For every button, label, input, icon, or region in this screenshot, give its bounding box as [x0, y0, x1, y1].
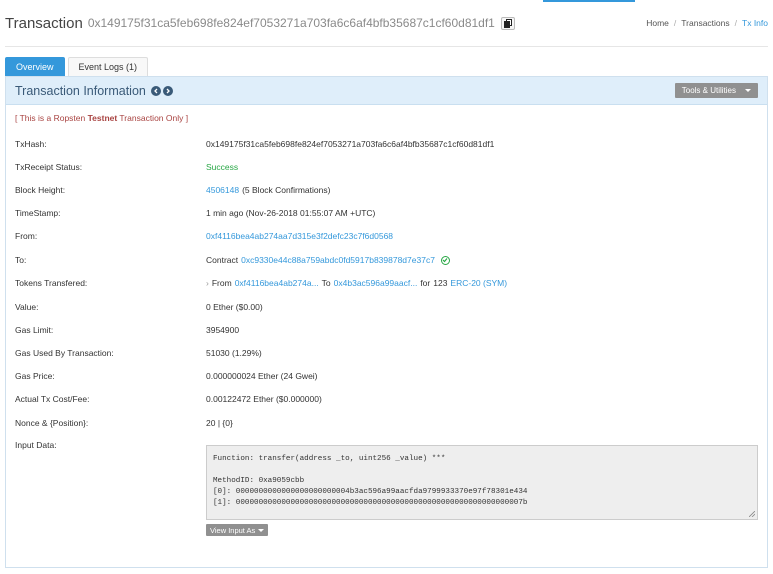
label-block-height: Block Height: — [15, 185, 66, 195]
copy-hash-button[interactable] — [500, 16, 515, 30]
testnet-notice: [ This is a Ropsten Testnet Transaction … — [15, 113, 189, 123]
copy-icon — [503, 18, 512, 28]
top-accent-bar — [543, 0, 635, 2]
row-timestamp: TimeStamp: 1 min ago (Nov-26-2018 01:55:… — [15, 206, 758, 220]
caret-down-icon — [258, 528, 265, 532]
label-input-data: Input Data: — [15, 440, 57, 450]
label-nonce: Nonce & {Position}: — [15, 418, 89, 428]
resize-handle-icon[interactable] — [749, 511, 755, 517]
token-from-link[interactable]: 0xf4116bea4ab274a... — [235, 278, 319, 288]
to-contract-prefix: Contract — [206, 255, 239, 265]
value-to: Contract 0xc9330e44c88a759abdc0fd5917b83… — [206, 255, 450, 265]
value-gas-price: 0.000000024 Ether (24 Gwei) — [206, 371, 318, 381]
value-gas-used: 51030 (1.29%) — [206, 348, 262, 358]
label-value: Value: — [15, 302, 39, 312]
view-input-as-label: View Input As — [210, 525, 256, 535]
chevron-left-icon — [153, 88, 158, 93]
row-from: From: 0xf4116bea4ab274aa7d315e3f2defc23c… — [15, 229, 758, 243]
token-to-link[interactable]: 0x4b3ac596a99aacf... — [334, 278, 418, 288]
breadcrumb-tx-info[interactable]: Tx Info — [742, 18, 768, 28]
label-timestamp: TimeStamp: — [15, 208, 61, 218]
label-gas-used: Gas Used By Transaction: — [15, 348, 114, 358]
value-block-height: 4506148 (5 Block Confirmations) — [206, 185, 330, 195]
token-amount: 123 — [433, 278, 448, 288]
label-tx-fee: Actual Tx Cost/Fee: — [15, 394, 90, 404]
block-number-link[interactable]: 4506148 — [206, 185, 239, 195]
label-to: To: — [15, 255, 27, 265]
input-method-id: MethodID: 0xa9059cbb — [213, 477, 305, 485]
value-nonce: 20 | {0} — [206, 418, 233, 428]
prev-tx-button[interactable] — [150, 85, 161, 96]
input-param-1: [1]: 00000000000000000000000000000000000… — [213, 499, 528, 507]
testnet-bold: Testnet — [87, 113, 118, 123]
token-name-link[interactable]: ERC-20 (SYM) — [450, 278, 507, 288]
row-gas-price: Gas Price: 0.000000024 Ether (24 Gwei) — [15, 369, 758, 383]
to-contract-link[interactable]: 0xc9330e44c88a759abdc0fd5917b839878d7e37… — [241, 255, 435, 265]
breadcrumb-transactions[interactable]: Transactions — [681, 18, 729, 28]
row-to: To: Contract 0xc9330e44c88a759abdc0fd591… — [15, 253, 758, 267]
transaction-panel: Transaction Information Tools & Utilitie… — [5, 76, 768, 568]
input-param-0: [0]: 0000000000000000000000004b3ac596a99… — [213, 488, 528, 496]
value-tokens-transfered: › From 0xf4116bea4ab274a... To 0x4b3ac59… — [206, 278, 507, 288]
row-gas-used: Gas Used By Transaction: 51030 (1.29%) — [15, 346, 758, 360]
nav-arrows — [150, 85, 173, 96]
row-txhash: TxHash: 0x149175f31ca5feb698fe824ef70532… — [15, 137, 758, 151]
header-divider — [5, 46, 768, 47]
panel-header: Transaction Information Tools & Utilitie… — [6, 77, 767, 105]
header-tx-hash: 0x149175f31ca5feb698fe824ef7053271a703fa… — [87, 16, 495, 30]
block-confirmations: (5 Block Confirmations) — [242, 185, 331, 195]
row-nonce: Nonce & {Position}: 20 | {0} — [15, 416, 758, 430]
tab-event-logs[interactable]: Event Logs (1) — [67, 57, 149, 76]
value-value: 0 Ether ($0.00) — [206, 302, 263, 312]
label-from: From: — [15, 231, 38, 241]
token-from-label: From — [211, 278, 232, 288]
breadcrumb: Home / Transactions / Tx Info — [646, 18, 768, 28]
page-title: Transaction — [5, 14, 83, 32]
tab-bar: Overview Event Logs (1) — [5, 57, 151, 76]
label-gas-limit: Gas Limit: — [15, 325, 54, 335]
row-value: Value: 0 Ether ($0.00) — [15, 300, 758, 314]
label-gas-price: Gas Price: — [15, 371, 55, 381]
label-txhash: TxHash: — [15, 139, 47, 149]
row-gas-limit: Gas Limit: 3954900 — [15, 323, 758, 337]
value-txhash: 0x149175f31ca5feb698fe824ef7053271a703fa… — [206, 139, 495, 149]
breadcrumb-home[interactable]: Home — [646, 18, 669, 28]
view-input-as-button[interactable]: View Input As — [206, 524, 269, 536]
token-to-label: To — [321, 278, 331, 288]
row-status: TxReceipt Status: Success — [15, 160, 758, 174]
breadcrumb-separator: / — [734, 18, 738, 28]
token-arrow-icon: › — [206, 278, 209, 288]
token-for-label: for — [420, 278, 431, 288]
verified-check-icon — [440, 255, 450, 265]
row-tokens-transfered: Tokens Transfered: › From 0xf4116bea4ab2… — [15, 276, 758, 290]
breadcrumb-separator: / — [673, 18, 677, 28]
value-timestamp: 1 min ago (Nov-26-2018 01:55:07 AM +UTC) — [206, 208, 376, 218]
value-gas-limit: 3954900 — [206, 325, 240, 335]
value-status: Success — [206, 162, 239, 172]
row-tx-fee: Actual Tx Cost/Fee: 0.00122472 Ether ($0… — [15, 392, 758, 406]
caret-down-icon — [745, 89, 751, 92]
chevron-right-icon — [166, 88, 170, 93]
page-header: Transaction 0x149175f31ca5feb698fe824ef7… — [5, 8, 768, 38]
next-tx-button[interactable] — [162, 85, 173, 96]
panel-title: Transaction Information — [15, 83, 146, 98]
input-data-textarea[interactable]: Function: transfer(address _to, uint256 … — [206, 445, 758, 520]
label-status: TxReceipt Status: — [15, 162, 83, 172]
from-address-link[interactable]: 0xf4116bea4ab274aa7d315e3f2defc23c7f6d05… — [206, 231, 393, 241]
tools-utilities-button[interactable]: Tools & Utilities — [674, 83, 758, 98]
input-function: Function: transfer(address _to, uint256 … — [213, 455, 446, 463]
value-tx-fee: 0.00122472 Ether ($0.000000) — [206, 394, 322, 404]
label-tokens-transfered: Tokens Transfered: — [15, 278, 88, 288]
tab-overview[interactable]: Overview — [5, 57, 65, 76]
tools-utilities-label: Tools & Utilities — [681, 86, 736, 95]
row-block-height: Block Height: 4506148 (5 Block Confirmat… — [15, 183, 758, 197]
